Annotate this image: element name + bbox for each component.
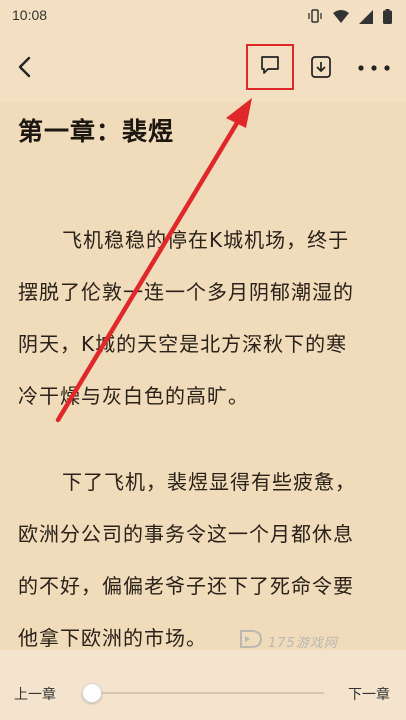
chapter-nav-bar: 上一章 下一章 bbox=[0, 650, 406, 720]
text-line: 冷干燥与灰白色的高旷。 bbox=[18, 384, 249, 408]
status-bar: 10:08 bbox=[0, 0, 406, 32]
paragraph: 飞机稳稳的停在K城机场，终于 摆脱了伦敦一连一个多月阴郁潮湿的 阴天，K城的天空… bbox=[18, 214, 390, 422]
chapter-progress-thumb[interactable] bbox=[82, 683, 102, 703]
vibrate-icon bbox=[307, 8, 323, 28]
status-time: 10:08 bbox=[12, 7, 48, 23]
chapter-progress-track[interactable] bbox=[92, 692, 324, 694]
signal-icon bbox=[359, 9, 373, 28]
text-line: 欧洲分公司的事务令这一个月都休息 bbox=[18, 522, 354, 546]
text-line: 阴天，K城的天空是北方深秋下的寒 bbox=[18, 332, 348, 356]
text-line: 的不好，偏偏老爷子还下了死命令要 bbox=[18, 574, 354, 598]
status-icons bbox=[307, 8, 392, 28]
more-icon[interactable] bbox=[356, 60, 392, 74]
wifi-icon bbox=[333, 9, 349, 28]
back-chevron-icon[interactable] bbox=[10, 52, 40, 82]
comment-icon[interactable] bbox=[259, 54, 281, 80]
prev-chapter-button[interactable]: 上一章 bbox=[14, 684, 56, 704]
text-line: 下了飞机，裴煜显得有些疲惫， bbox=[62, 470, 356, 494]
chapter-title: 第一章：裴煜 bbox=[18, 117, 175, 146]
next-chapter-button[interactable]: 下一章 bbox=[348, 684, 390, 704]
battery-icon bbox=[383, 8, 392, 28]
watermark-text: 175游戏网 bbox=[268, 635, 338, 651]
reader-toolbar bbox=[0, 32, 406, 102]
text-line: 飞机稳稳的停在K城机场，终于 bbox=[62, 228, 350, 252]
reading-content[interactable]: 第一章：裴煜 飞机稳稳的停在K城机场，终于 摆脱了伦敦一连一个多月阴郁潮湿的 阴… bbox=[0, 102, 406, 651]
comment-button-highlight[interactable] bbox=[246, 44, 294, 90]
text-line: 摆脱了伦敦一连一个多月阴郁潮湿的 bbox=[18, 280, 354, 304]
download-icon[interactable] bbox=[308, 54, 334, 80]
